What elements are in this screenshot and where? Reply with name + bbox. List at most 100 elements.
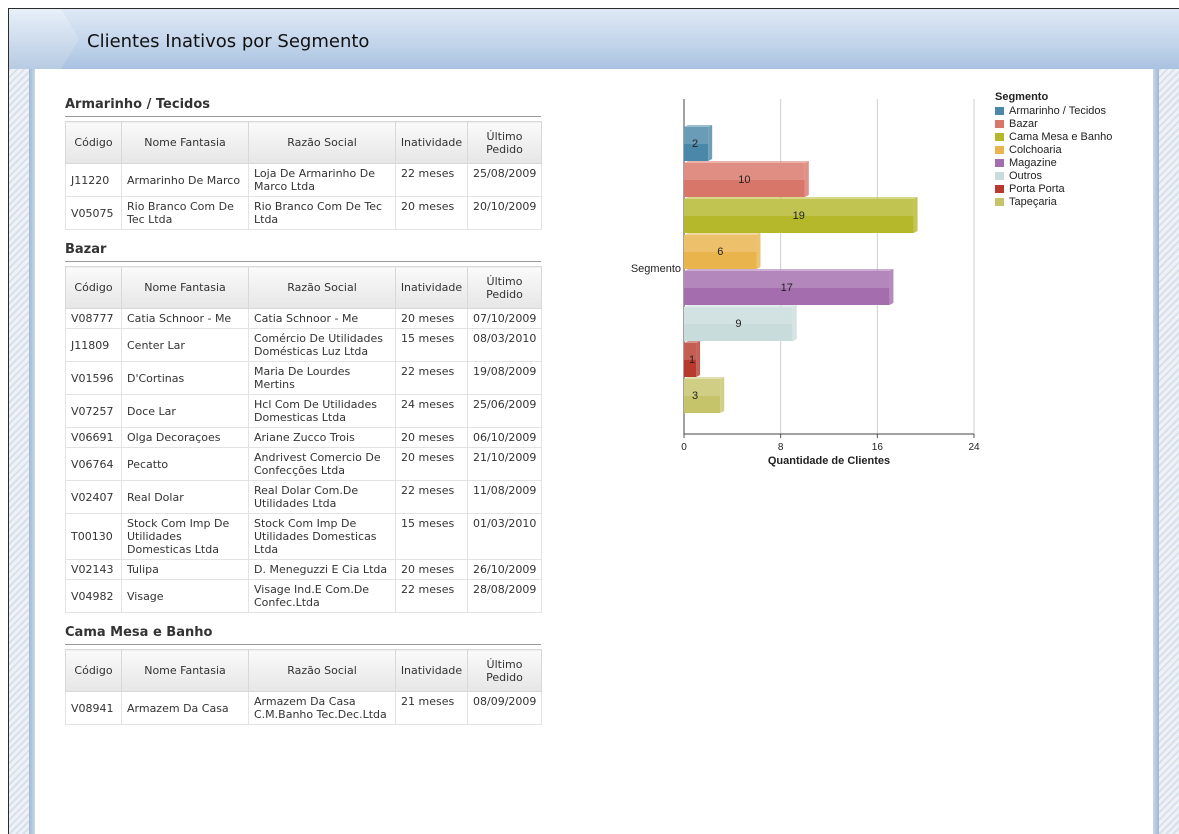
bar-value-label: 10 xyxy=(738,174,750,186)
cell-ultimo: 20/10/2009 xyxy=(467,196,542,230)
bar-side xyxy=(913,197,918,233)
cell-ultimo: 21/10/2009 xyxy=(467,447,542,481)
report-content: Armarinho / Tecidos Código Nome Fantasia Ra… xyxy=(35,69,1153,834)
cell-razao: Hcl Com De Utilidades Domesticas Ltda xyxy=(248,394,396,428)
cell-codigo: V06691 xyxy=(65,427,122,448)
column-header-codigo[interactable]: Código xyxy=(65,649,122,692)
bar-side xyxy=(792,305,797,341)
y-axis-label: Segmento xyxy=(631,263,681,275)
bar-value-label: 3 xyxy=(692,390,698,402)
legend-swatch xyxy=(995,106,1004,115)
segment-tables: Armarinho / Tecidos Código Nome Fantasia Ra… xyxy=(65,89,542,729)
cell-nome: Rio Branco Com De Tec Ltda xyxy=(121,196,249,230)
column-header-inatividade[interactable]: Inatividade xyxy=(395,266,468,309)
cell-codigo: V04982 xyxy=(65,579,122,613)
cell-codigo: V07257 xyxy=(65,394,122,428)
legend-label: Cama Mesa e Banho xyxy=(1009,130,1113,143)
table-row[interactable]: V01596 D'Cortinas Maria De Lourdes Mertins… xyxy=(65,361,542,395)
cell-razao: Loja De Armarinho De Marco Ltda xyxy=(248,163,396,197)
cell-codigo: T00130 xyxy=(65,513,122,560)
cell-ultimo: 07/10/2009 xyxy=(467,308,542,329)
table-row[interactable]: V04982 Visage Visage Ind.E Com.De Confec.L… xyxy=(65,579,542,613)
legend-label: Armarinho / Tecidos xyxy=(1009,104,1107,117)
bar-top xyxy=(684,161,809,163)
chart-legend: Segmento Armarinho / Tecidos Bazar Cama Me… xyxy=(995,91,1112,208)
cell-codigo: V02143 xyxy=(65,559,122,580)
cell-ultimo: 26/10/2009 xyxy=(467,559,542,580)
bar-top xyxy=(684,197,918,199)
bar-top xyxy=(684,233,761,235)
legend-item: Cama Mesa e Banho xyxy=(995,130,1112,143)
page-title: Clientes Inativos por Segmento xyxy=(87,31,370,52)
left-border-stripe xyxy=(9,69,29,834)
bar-side xyxy=(889,269,894,305)
cell-nome: Stock Com Imp De Utilidades Domesticas L… xyxy=(121,513,249,560)
bar-side xyxy=(756,233,761,269)
column-header-nome[interactable]: Nome Fantasia xyxy=(121,266,249,309)
column-header-codigo[interactable]: Código xyxy=(65,121,122,164)
column-header-nome[interactable]: Nome Fantasia xyxy=(121,121,249,164)
cell-nome: Armarinho De Marco xyxy=(121,163,249,197)
clients-table: Código Nome Fantasia Razão Social Inativida… xyxy=(65,266,542,613)
x-tick-label: 16 xyxy=(872,442,884,453)
clients-table: Código Nome Fantasia Razão Social Inativida… xyxy=(65,649,542,725)
column-header-razao[interactable]: Razão Social xyxy=(248,121,396,164)
cell-ultimo: 25/06/2009 xyxy=(467,394,542,428)
bar-top xyxy=(684,377,725,379)
legend-title: Segmento xyxy=(995,91,1049,103)
column-header-inatividade[interactable]: Inatividade xyxy=(395,121,468,164)
cell-inatividade: 24 meses xyxy=(395,394,468,428)
table-row[interactable]: V08941 Armazem Da Casa Armazem Da Casa C.M… xyxy=(65,691,542,725)
cell-inatividade: 20 meses xyxy=(395,308,468,329)
table-row[interactable]: V07257 Doce Lar Hcl Com De Utilidades Dome… xyxy=(65,394,542,428)
table-row[interactable]: V08777 Catia Schnoor - Me Catia Schnoor - … xyxy=(65,308,542,329)
table-row[interactable]: V06691 Olga Decoraçoes Ariane Zucco Trois 2… xyxy=(65,427,542,448)
table-row[interactable]: J11809 Center Lar Comércio De Utilidades D… xyxy=(65,328,542,362)
legend-swatch xyxy=(995,197,1004,206)
cell-razao: Real Dolar Com.De Utilidades Ltda xyxy=(248,480,396,514)
bar-side xyxy=(720,377,725,413)
cell-nome: Tulipa xyxy=(121,559,249,580)
cell-razao: Rio Branco Com De Tec Ltda xyxy=(248,196,396,230)
table-row[interactable]: J11220 Armarinho De Marco Loja De Armarinh… xyxy=(65,163,542,197)
legend-label: Bazar xyxy=(1009,117,1038,130)
cell-razao: Andrivest Comercio De Confecções Ltda xyxy=(248,447,396,481)
legend-label: Colchoaria xyxy=(1009,143,1062,156)
report-window: Clientes Inativos por Segmento Armarinho… xyxy=(8,8,1179,834)
table-row[interactable]: V05075 Rio Branco Com De Tec Ltda Rio Bran… xyxy=(65,196,542,230)
cell-nome: Real Dolar xyxy=(121,480,249,514)
column-header-razao[interactable]: Razão Social xyxy=(248,649,396,692)
legend-swatch xyxy=(995,184,1004,193)
legend-swatch xyxy=(995,145,1004,154)
cell-razao: Ariane Zucco Trois xyxy=(248,427,396,448)
table-row[interactable]: V02143 Tulipa D. Meneguzzi E Cia Ltda 20 me… xyxy=(65,559,542,580)
cell-razao: D. Meneguzzi E Cia Ltda xyxy=(248,559,396,580)
cell-razao: Comércio De Utilidades Domésticas Luz Lt… xyxy=(248,328,396,362)
cell-ultimo: 25/08/2009 xyxy=(467,163,542,197)
table-row[interactable]: V02407 Real Dolar Real Dolar Com.De Utilid… xyxy=(65,480,542,514)
cell-razao: Maria De Lourdes Mertins xyxy=(248,361,396,395)
x-axis-label: Quantidade de Clientes xyxy=(768,455,890,467)
cell-inatividade: 20 meses xyxy=(395,427,468,448)
cell-nome: Center Lar xyxy=(121,328,249,362)
cell-codigo: V08941 xyxy=(65,691,122,725)
column-header-inatividade[interactable]: Inatividade xyxy=(395,649,468,692)
legend-swatch xyxy=(995,158,1004,167)
cell-razao: Catia Schnoor - Me xyxy=(248,308,396,329)
cell-codigo: V06764 xyxy=(65,447,122,481)
column-header-ultimo[interactable]: Último Pedido xyxy=(467,649,542,692)
column-header-ultimo[interactable]: Último Pedido xyxy=(467,266,542,309)
bar-top xyxy=(684,125,713,127)
table-row[interactable]: V06764 Pecatto Andrivest Comercio De Confe… xyxy=(65,447,542,481)
cell-nome: D'Cortinas xyxy=(121,361,249,395)
cell-ultimo: 08/03/2010 xyxy=(467,328,542,362)
cell-ultimo: 01/03/2010 xyxy=(467,513,542,560)
column-header-razao[interactable]: Razão Social xyxy=(248,266,396,309)
column-header-nome[interactable]: Nome Fantasia xyxy=(121,649,249,692)
legend-item: Armarinho / Tecidos xyxy=(995,104,1112,117)
column-header-ultimo[interactable]: Último Pedido xyxy=(467,121,542,164)
legend-item: Outros xyxy=(995,169,1112,182)
table-row[interactable]: T00130 Stock Com Imp De Utilidades Domest… xyxy=(65,513,542,560)
bar-value-label: 17 xyxy=(781,282,793,294)
column-header-codigo[interactable]: Código xyxy=(65,266,122,309)
